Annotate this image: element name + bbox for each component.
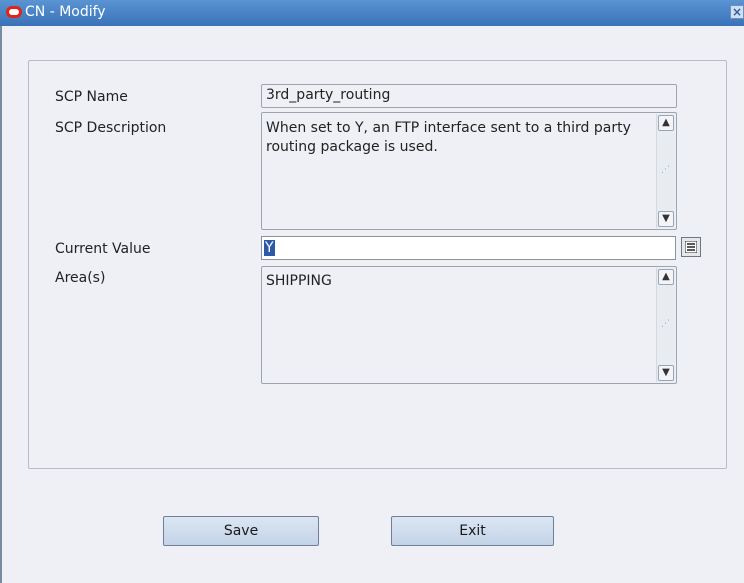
scp-name-label: SCP Name — [55, 89, 128, 105]
list-of-values-icon — [685, 241, 697, 253]
current-value-label: Current Value — [55, 241, 151, 257]
scroll-grip-icon: ⋰ — [661, 319, 670, 329]
scp-description-scrollbar[interactable]: ▲ ⋰ ▼ — [656, 114, 675, 228]
scroll-up-icon[interactable]: ▲ — [658, 115, 674, 131]
areas-scrollbar[interactable]: ▲ ⋰ ▼ — [656, 268, 675, 382]
current-value-input[interactable]: Y — [261, 236, 676, 260]
scroll-down-icon[interactable]: ▼ — [658, 365, 674, 381]
oracle-logo-icon — [6, 6, 22, 18]
exit-button[interactable]: Exit — [391, 516, 554, 546]
window-title: CN - Modify — [25, 4, 106, 20]
areas-value: SHIPPING — [266, 273, 332, 289]
window-left-border — [0, 26, 2, 583]
scp-name-field: 3rd_party_routing — [261, 84, 677, 108]
save-button[interactable]: Save — [163, 516, 319, 546]
scroll-down-icon[interactable]: ▼ — [658, 211, 674, 227]
scp-description-value: When set to Y, an FTP interface sent to … — [266, 120, 631, 155]
current-value-text: Y — [264, 240, 275, 256]
scroll-up-icon[interactable]: ▲ — [658, 269, 674, 285]
list-of-values-button[interactable] — [681, 237, 701, 257]
areas-textarea: SHIPPING ▲ ⋰ ▼ — [261, 266, 677, 384]
window-titlebar: CN - Modify × — [0, 0, 744, 26]
close-icon[interactable]: × — [730, 5, 744, 19]
scp-name-value: 3rd_party_routing — [266, 87, 391, 103]
scp-description-textarea: When set to Y, an FTP interface sent to … — [261, 112, 677, 230]
areas-label: Area(s) — [55, 270, 106, 286]
scroll-grip-icon: ⋰ — [661, 165, 670, 175]
scp-description-label: SCP Description — [55, 120, 167, 136]
